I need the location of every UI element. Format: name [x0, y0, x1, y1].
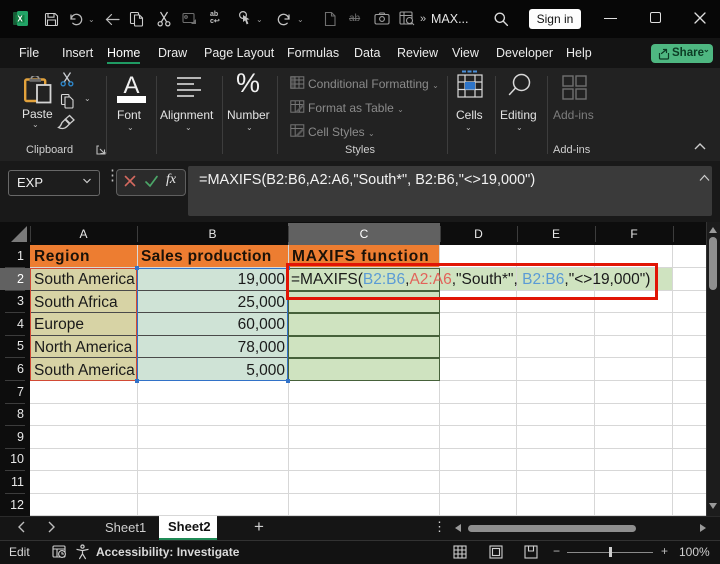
svg-text:X: X — [17, 15, 23, 24]
